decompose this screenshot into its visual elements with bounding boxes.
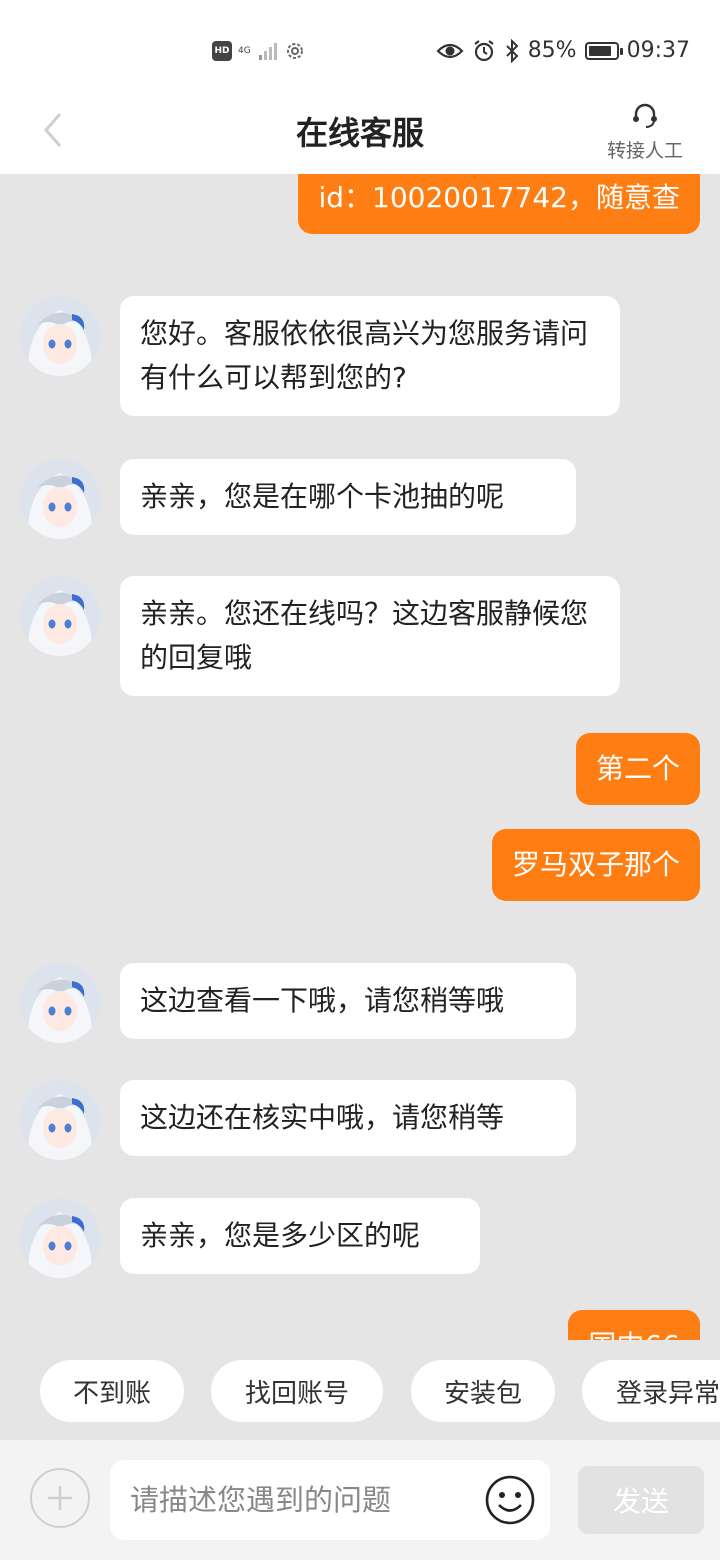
quick-reply-chip[interactable]: 安装包: [411, 1360, 555, 1422]
plus-icon: [48, 1486, 72, 1510]
agent-avatar: [20, 963, 100, 1043]
hd-icon: HD: [212, 41, 232, 61]
message-bubble-received: 亲亲，您是在哪个卡池抽的呢: [120, 459, 576, 535]
message-bubble-sent: 罗马双子那个: [491, 829, 700, 901]
send-button[interactable]: 发送: [578, 1466, 704, 1534]
quick-reply-chip[interactable]: 不到账: [40, 1360, 184, 1422]
agent-avatar-image: [20, 1198, 100, 1278]
status-bar: HD 4G 85% 09:37: [0, 0, 720, 90]
message-bubble-sent: 第二个: [575, 733, 700, 805]
message-bubble-received: 这边查看一下哦，请您稍等哦: [120, 963, 576, 1039]
headset-icon: [633, 103, 657, 128]
agent-avatar: [20, 1198, 100, 1278]
status-left-icons: HD 4G: [212, 40, 306, 62]
eye-icon: [436, 43, 464, 58]
battery-icon: [584, 41, 623, 60]
chat-messages-area[interactable]: id：10020017742，随意查 您好。客服依依很高兴为您服务请问有什么可以…: [0, 174, 720, 1340]
transfer-to-agent-button[interactable]: 转接人工: [600, 100, 690, 163]
quick-reply-chip[interactable]: 找回账号: [211, 1360, 383, 1422]
clock: 09:37: [626, 38, 690, 63]
message-bubble-sent: 国内66: [568, 1310, 700, 1340]
emoji-icon[interactable]: [484, 1474, 536, 1526]
header-bar: 在线客服 转接人工: [0, 90, 720, 174]
bluetooth-icon: [505, 38, 519, 63]
agent-avatar-image: [20, 963, 100, 1043]
quick-reply-chip[interactable]: 登录异常: [582, 1360, 720, 1422]
message-bubble-sent: id：10020017742，随意查: [298, 174, 700, 234]
message-bubble-received: 这边还在核实中哦，请您稍等: [120, 1080, 576, 1156]
alarm-icon: [474, 39, 494, 61]
settings-gear-icon: [287, 43, 303, 59]
message-bubble-received: 亲亲。您还在线吗？这边客服静候您的回复哦: [120, 576, 620, 696]
signal-icon: [259, 43, 277, 60]
more-options-button[interactable]: [30, 1468, 90, 1528]
network-type-icon: 4G: [238, 45, 251, 56]
agent-avatar-image: [20, 576, 100, 656]
agent-avatar: [20, 1080, 100, 1160]
message-bubble-received: 亲亲，您是多少区的呢: [120, 1198, 480, 1274]
message-bubble-received: 您好。客服依依很高兴为您服务请问有什么可以帮到您的?: [120, 296, 620, 416]
status-right-icons: 85% 09:37: [436, 38, 690, 63]
agent-avatar: [20, 576, 100, 656]
message-input[interactable]: [130, 1460, 470, 1540]
quick-reply-bar: 不到账 找回账号 安装包 登录异常: [0, 1340, 720, 1440]
message-input-container: [110, 1460, 550, 1540]
agent-avatar-image: [20, 459, 100, 539]
battery-level: [588, 45, 611, 56]
transfer-label: 转接人工: [606, 140, 683, 162]
agent-avatar: [20, 459, 100, 539]
agent-avatar-image: [20, 296, 100, 376]
agent-avatar: [20, 296, 100, 376]
input-bar: 发送: [0, 1440, 720, 1560]
agent-avatar-image: [20, 1080, 100, 1160]
battery-percent: 85%: [527, 38, 577, 63]
